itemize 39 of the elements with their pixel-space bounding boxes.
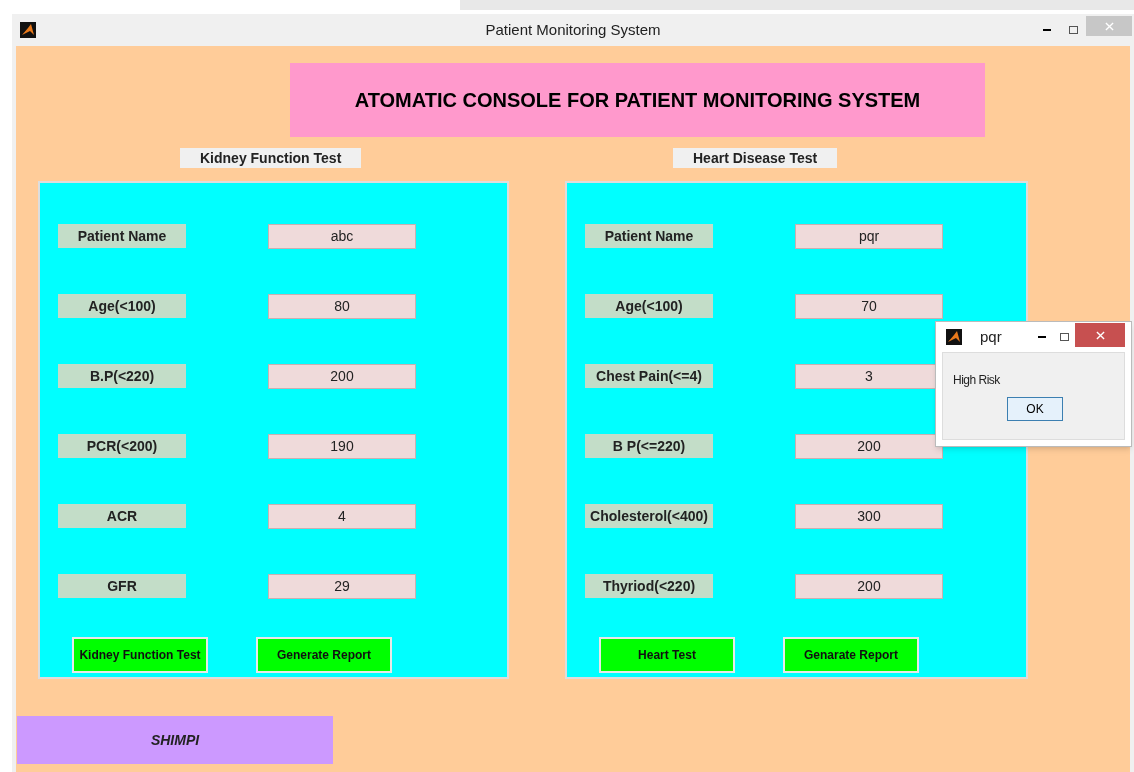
field-label: B P(<=220): [585, 434, 713, 458]
banner-title: ATOMATIC CONSOLE FOR PATIENT MONITORING SYSTEM: [354, 88, 921, 113]
field-label: B.P(<220): [58, 364, 186, 388]
close-icon: [1104, 21, 1114, 31]
action-button[interactable]: Generate Report: [256, 637, 392, 673]
app-icon: [946, 329, 962, 345]
input-field[interactable]: 200: [795, 433, 943, 459]
input-field[interactable]: pqr: [795, 223, 943, 249]
dialog-message: High Risk: [953, 372, 1001, 389]
app-icon: [20, 22, 36, 38]
dialog-title: pqr: [980, 326, 1002, 347]
close-icon: [1095, 330, 1105, 340]
field-label: Chest Pain(<=4): [585, 364, 713, 388]
field-label: PCR(<200): [58, 434, 186, 458]
field-label: Cholesterol(<400): [585, 504, 713, 528]
input-field[interactable]: 200: [795, 573, 943, 599]
section-heading: Kidney Function Test: [180, 148, 362, 168]
footer-label: SHIMPI: [150, 730, 200, 750]
action-button[interactable]: Kidney Function Test: [72, 637, 208, 673]
input-field[interactable]: 200: [268, 363, 416, 389]
section-heading: Heart Disease Test: [673, 148, 838, 168]
field-label: Age(<100): [58, 294, 186, 318]
window-title: Patient Monitoring System: [485, 20, 661, 38]
action-button[interactable]: Heart Test: [599, 637, 735, 673]
action-button[interactable]: Genarate Report: [783, 637, 919, 673]
field-label: Patient Name: [58, 224, 186, 248]
input-field[interactable]: 70: [795, 293, 943, 319]
input-field[interactable]: 80: [268, 293, 416, 319]
input-field[interactable]: 29: [268, 573, 416, 599]
ok-button[interactable]: OK: [1007, 397, 1063, 421]
input-field[interactable]: 190: [268, 433, 416, 459]
field-label: GFR: [58, 574, 186, 598]
field-label: ACR: [58, 504, 186, 528]
field-label: Age(<100): [585, 294, 713, 318]
input-field[interactable]: abc: [268, 223, 416, 249]
field-label: Patient Name: [585, 224, 713, 248]
field-label: Thyriod(<220): [585, 574, 713, 598]
input-field[interactable]: 4: [268, 503, 416, 529]
input-field[interactable]: 300: [795, 503, 943, 529]
